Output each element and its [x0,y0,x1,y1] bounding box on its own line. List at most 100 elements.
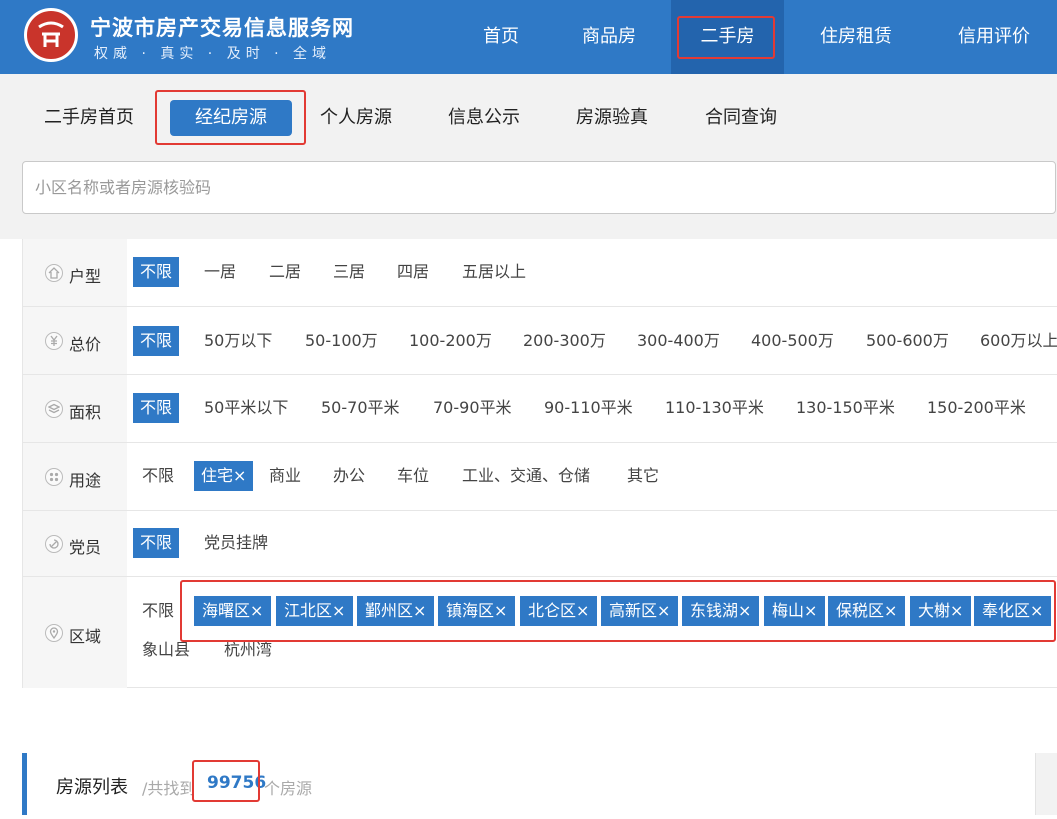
subnav-listing-verify[interactable]: 房源验真 [576,106,648,130]
filter-panel: 户型 不限 一居 二居 三居 四居 五居以上 总价 不限 50万以下 50-10… [22,239,1057,688]
option-price-200-300[interactable]: 200-300万 [523,326,606,356]
remove-icon[interactable]: × [950,601,963,620]
option-layout-unlimited[interactable]: 不限 [133,257,180,287]
site-title[interactable]: 宁波市房产交易信息服务网 [90,12,354,42]
option-area-unlimited[interactable]: 不限 [133,393,180,423]
option-price-600-plus[interactable]: 600万以上 [980,326,1057,356]
yen-icon [45,332,63,350]
option-price-unlimited[interactable]: 不限 [133,326,180,356]
subnav-personal-listings[interactable]: 个人房源 [320,106,392,130]
remove-icon[interactable]: × [332,601,345,620]
option-layout-4br[interactable]: 四居 [397,257,429,287]
option-layout-5br-plus[interactable]: 五居以上 [462,257,526,287]
subnav-band [0,74,1057,239]
filter-label-usage: 用途 [69,471,102,490]
option-price-100-200[interactable]: 100-200万 [409,326,492,356]
results-count: 99756 [207,773,267,793]
option-area-70-90[interactable]: 70-90平米 [433,393,512,423]
option-area-150-200[interactable]: 150-200平米 [927,393,1026,423]
subnav-info-notice[interactable]: 信息公示 [448,106,520,130]
option-usage-commercial[interactable]: 商业 [269,461,301,491]
remove-icon[interactable]: × [884,601,897,620]
option-area-50-70[interactable]: 50-70平米 [321,393,400,423]
chip-district-dongqianhu[interactable]: 东钱湖× [682,596,760,626]
remove-icon[interactable]: × [250,601,263,620]
house-icon [45,264,63,282]
option-price-500-600[interactable]: 500-600万 [866,326,949,356]
right-panel-edge [1035,753,1057,815]
seal-logo-icon[interactable] [24,8,78,62]
results-header: 房源列表 /共找到 99756 个房源 [22,753,1035,815]
chip-district-jiangbei[interactable]: 江北区× [276,596,354,626]
remove-icon[interactable]: × [657,601,670,620]
chip-district-gaoxin[interactable]: 高新区× [601,596,679,626]
chip-district-meishan[interactable]: 梅山× [764,596,826,626]
remove-icon[interactable]: × [804,601,817,620]
filter-label-area: 面积 [69,403,102,422]
party-emblem-icon [45,535,63,553]
option-layout-2br[interactable]: 二居 [269,257,301,287]
filter-row-area: 面积 不限 50平米以下 50-70平米 70-90平米 90-110平米 11… [23,375,1057,443]
results-suffix: 个房源 [264,779,313,798]
option-usage-office[interactable]: 办公 [333,461,365,491]
option-usage-parking[interactable]: 车位 [397,461,429,491]
option-usage-residential[interactable]: 住宅× [194,461,254,491]
remove-icon[interactable]: × [413,601,426,620]
filter-row-price: 总价 不限 50万以下 50-100万 100-200万 200-300万 30… [23,307,1057,375]
chip-district-haishu[interactable]: 海曙区× [194,596,272,626]
chip-district-fenghua[interactable]: 奉化区× [974,596,1052,626]
option-district-xiangshan[interactable]: 象山县 [142,635,190,665]
option-price-300-400[interactable]: 300-400万 [637,326,720,356]
search-input[interactable] [22,161,1056,214]
filter-label-layout: 户型 [69,267,102,286]
filter-row-layout: 户型 不限 一居 二居 三居 四居 五居以上 [23,239,1057,307]
filter-row-usage: 用途 不限 住宅× 商业 办公 车位 工业、交通、仓储 其它 [23,443,1057,511]
site-slogan: 权威 · 真实 · 及时 · 全域 [94,46,332,62]
option-layout-3br[interactable]: 三居 [333,257,365,287]
remove-icon[interactable]: × [494,601,507,620]
chip-district-yinzhou[interactable]: 鄞州区× [357,596,435,626]
filter-label-district: 区域 [69,627,102,646]
nav-home[interactable]: 首页 [481,0,521,74]
option-party-unlimited[interactable]: 不限 [133,528,180,558]
remove-icon[interactable]: × [233,466,246,485]
option-price-50-100[interactable]: 50-100万 [305,326,378,356]
results-title: 房源列表 [56,777,128,798]
option-party-member-listing[interactable]: 党员挂牌 [204,528,268,558]
chip-district-beilun[interactable]: 北仑区× [520,596,598,626]
option-area-90-110[interactable]: 90-110平米 [544,393,633,423]
option-usage-industrial[interactable]: 工业、交通、仓储 [462,461,590,491]
nav-new-homes[interactable]: 商品房 [580,0,638,74]
filter-label-party: 党员 [69,538,102,557]
remove-icon[interactable]: × [576,601,589,620]
filter-row-district: 区域 不限 海曙区× 江北区× 鄞州区× 镇海区× 北仑区× 高新区× 东钱湖×… [23,577,1057,688]
option-layout-1br[interactable]: 一居 [204,257,236,287]
chip-district-baoshui[interactable]: 保税区× [828,596,906,626]
chip-district-zhenhai[interactable]: 镇海区× [438,596,516,626]
filter-label-price: 总价 [69,335,102,354]
option-district-hangzhouwan[interactable]: 杭州湾 [224,635,272,665]
nav-credit-rating[interactable]: 信用评价 [955,0,1033,74]
map-pin-icon [45,624,63,642]
option-area-110-130[interactable]: 110-130平米 [665,393,764,423]
results-prefix: /共找到 [142,779,196,798]
option-usage-other[interactable]: 其它 [627,461,659,491]
remove-icon[interactable]: × [1030,601,1043,620]
grid-dots-icon [45,468,63,486]
remove-icon[interactable]: × [738,601,751,620]
subnav-contract-query[interactable]: 合同查询 [705,106,777,130]
nav-rental[interactable]: 住房租赁 [817,0,895,74]
option-area-130-150[interactable]: 130-150平米 [796,393,895,423]
chip-district-daxie[interactable]: 大榭× [910,596,972,626]
option-area-under-50[interactable]: 50平米以下 [204,393,288,423]
option-usage-unlimited[interactable]: 不限 [142,461,174,491]
nav-second-hand[interactable]: 二手房 [671,0,784,74]
subnav-second-hand-home[interactable]: 二手房首页 [44,106,134,130]
stack-icon [45,400,63,418]
option-price-under-50[interactable]: 50万以下 [204,326,272,356]
option-price-400-500[interactable]: 400-500万 [751,326,834,356]
site-header: 宁波市房产交易信息服务网 权威 · 真实 · 及时 · 全域 首页 商品房 二手… [0,0,1057,74]
option-district-unlimited[interactable]: 不限 [142,596,174,626]
filter-row-party: 党员 不限 党员挂牌 [23,511,1057,577]
subnav-agency-listings[interactable]: 经纪房源 [170,100,292,136]
